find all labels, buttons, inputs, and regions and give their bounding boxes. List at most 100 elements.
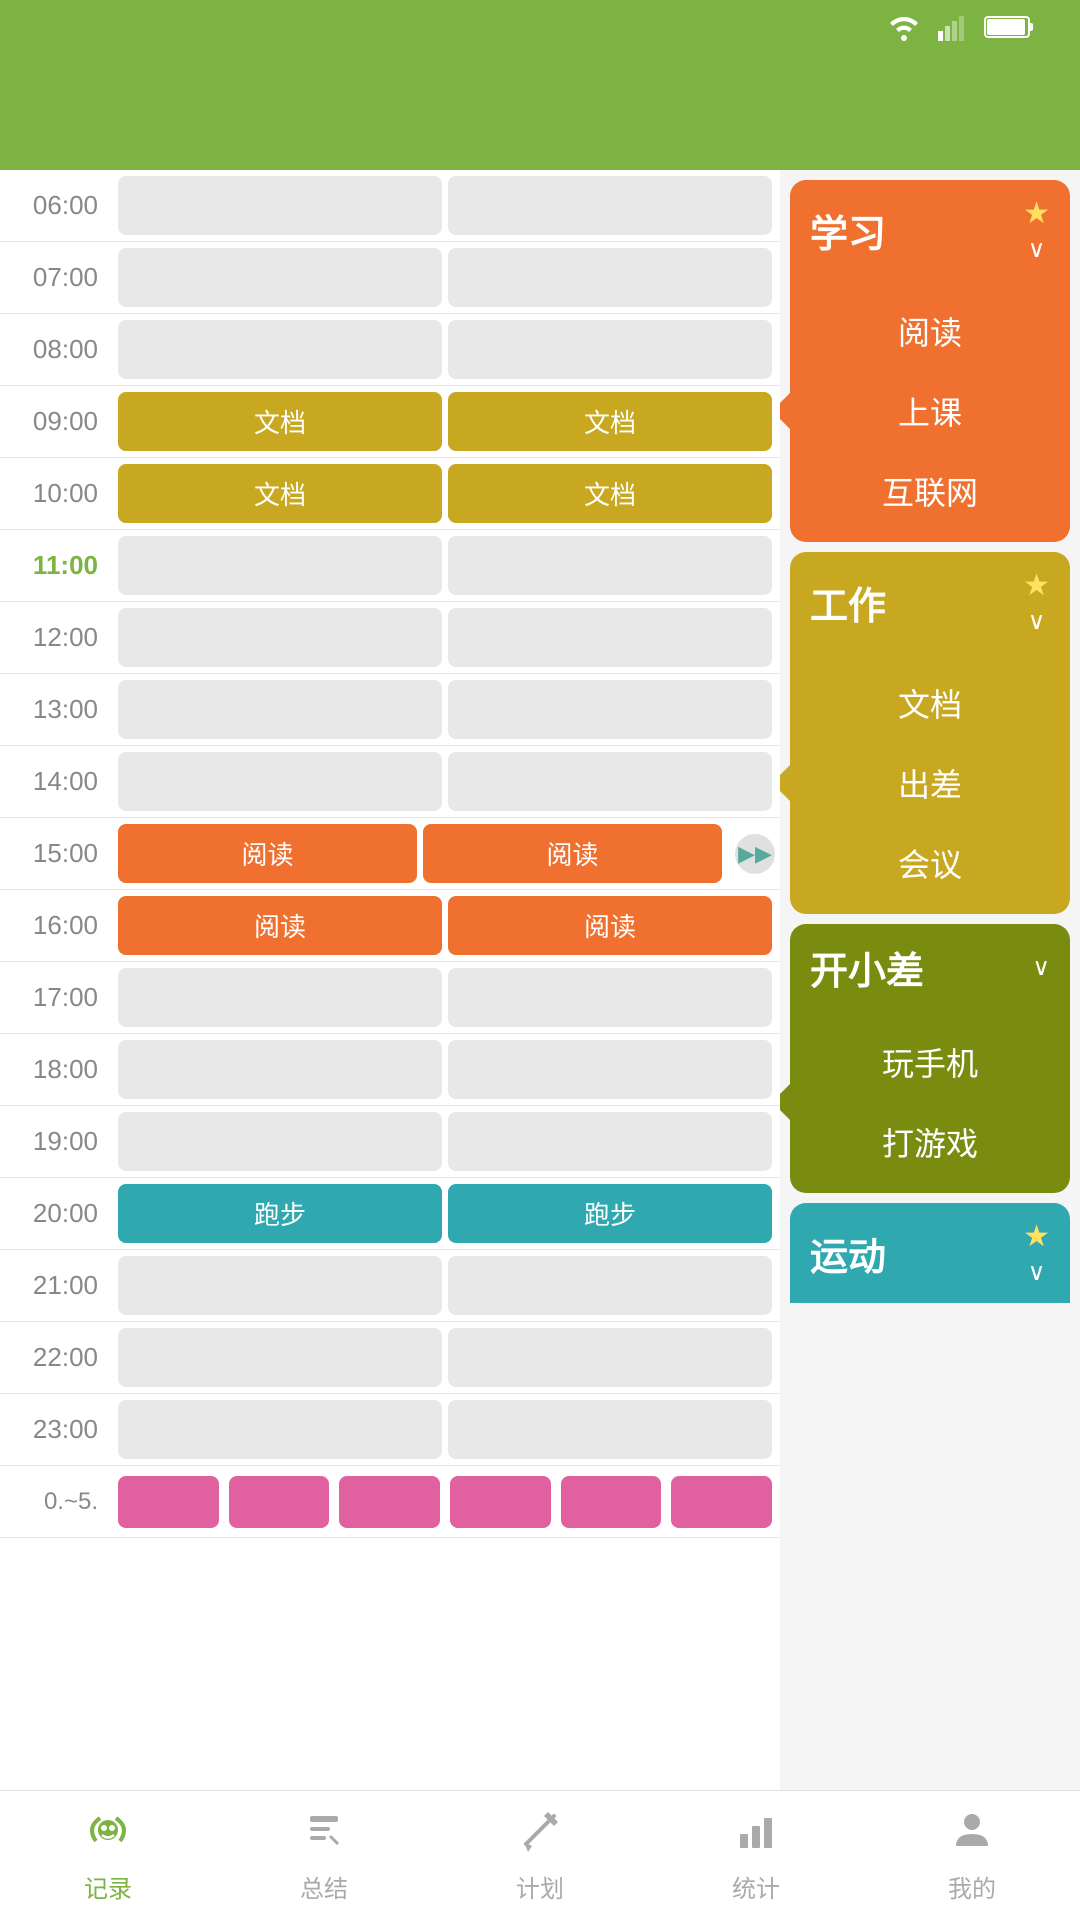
category-item[interactable]: 阅读 [798, 292, 1062, 370]
chevron-down-icon: ∨ [1032, 953, 1050, 982]
category-header-slack[interactable]: 开小差∨ [790, 924, 1070, 1011]
time-slot-col1[interactable]: 文档 [118, 464, 442, 523]
category-header-sport[interactable]: 运动★∨ [790, 1203, 1070, 1303]
time-slot-col2[interactable] [448, 320, 772, 379]
chevron-down-icon: ∨ [1028, 1258, 1046, 1287]
time-label: 16:00 [0, 890, 110, 961]
time-row: 07:00 [0, 242, 780, 314]
nav-item-plan[interactable]: 计划 [432, 1808, 648, 1904]
time-label: 06:00 [0, 170, 110, 241]
time-slot-col1[interactable] [118, 320, 442, 379]
category-card-study: 学习★∨ 阅读上课互联网 [790, 180, 1070, 542]
wifi-icon [886, 13, 922, 48]
time-slot-col2[interactable]: 文档 [448, 392, 772, 451]
time-slot-col2[interactable] [448, 1256, 772, 1315]
time-label: 09:00 [0, 386, 110, 457]
category-item[interactable]: 上课 [798, 372, 1062, 450]
time-slots: 阅读阅读 [110, 890, 780, 961]
time-slot-col2[interactable] [448, 680, 772, 739]
time-slot-col1[interactable] [118, 536, 442, 595]
dot-block[interactable] [118, 1476, 219, 1528]
dot-block[interactable] [450, 1476, 551, 1528]
time-slot-col1[interactable]: 文档 [118, 392, 442, 451]
nav-item-record[interactable]: 记录 [0, 1808, 216, 1904]
category-item[interactable]: 会议 [798, 824, 1062, 902]
category-item[interactable]: 玩手机 [798, 1023, 1062, 1101]
dot-block[interactable] [229, 1476, 330, 1528]
time-slot-col1[interactable]: 阅读 [118, 824, 417, 883]
time-slot-col1[interactable] [118, 1112, 442, 1171]
star-icon: ★ [1023, 1219, 1050, 1254]
category-card-slack: 开小差∨ 玩手机打游戏 [790, 924, 1070, 1193]
nav-label-plan: 计划 [516, 1869, 564, 1904]
time-slot-col1[interactable] [118, 1400, 442, 1459]
time-slot-col2[interactable] [448, 1400, 772, 1459]
time-slot-col2[interactable] [448, 1328, 772, 1387]
category-title: 工作 [810, 575, 886, 630]
category-header-work[interactable]: 工作★∨ [790, 552, 1070, 652]
star-icon: ★ [1023, 196, 1050, 231]
category-item[interactable]: 互联网 [798, 452, 1062, 530]
nav-label-record: 记录 [84, 1869, 132, 1904]
time-slots [110, 1394, 780, 1465]
nav-label-mine: 我的 [948, 1869, 996, 1904]
time-slot-col2[interactable] [448, 1040, 772, 1099]
time-slots [110, 530, 780, 601]
time-slot-col2[interactable] [448, 752, 772, 811]
time-slot-col1[interactable] [118, 1040, 442, 1099]
time-slot-col2[interactable] [448, 248, 772, 307]
category-item[interactable]: 打游戏 [798, 1103, 1062, 1181]
time-slot-col1[interactable]: 阅读 [118, 896, 442, 955]
nav-item-mine[interactable]: 我的 [864, 1808, 1080, 1904]
nav-icon-record [86, 1808, 130, 1863]
time-slots: 文档文档 [110, 386, 780, 457]
time-slot-col2[interactable]: 阅读 [448, 896, 772, 955]
time-label: 20:00 [0, 1178, 110, 1249]
header [0, 60, 1080, 170]
time-slot-col2[interactable] [448, 968, 772, 1027]
time-slot-col1[interactable] [118, 968, 442, 1027]
time-slot-col2[interactable] [448, 608, 772, 667]
nav-item-summary[interactable]: 总结 [216, 1808, 432, 1904]
time-slot-col2[interactable] [448, 1112, 772, 1171]
time-label: 08:00 [0, 314, 110, 385]
time-slot-col1[interactable] [118, 680, 442, 739]
dot-block[interactable] [339, 1476, 440, 1528]
time-slot-col2[interactable]: 跑步 [448, 1184, 772, 1243]
time-row: 23:00 [0, 1394, 780, 1466]
time-slot-col1[interactable]: 跑步 [118, 1184, 442, 1243]
category-icons: ★∨ [1023, 1219, 1050, 1287]
time-slot-col1[interactable] [118, 1328, 442, 1387]
time-slot-col1[interactable] [118, 248, 442, 307]
time-slot-col1[interactable] [118, 176, 442, 235]
time-row: 15:00阅读阅读▶▶ [0, 818, 780, 890]
time-row: 22:00 [0, 1322, 780, 1394]
category-icons: ∨ [1032, 953, 1050, 982]
time-slots [110, 242, 780, 313]
main-content: 06:0007:0008:0009:00文档文档10:00文档文档11:0012… [0, 170, 1080, 1790]
category-header-study[interactable]: 学习★∨ [790, 180, 1070, 280]
time-label: 19:00 [0, 1106, 110, 1177]
dot-block[interactable] [671, 1476, 772, 1528]
expand-button[interactable]: ▶▶ [730, 818, 780, 889]
time-slot-col2[interactable] [448, 176, 772, 235]
time-slot-col2[interactable]: 文档 [448, 464, 772, 523]
category-item[interactable]: 文档 [798, 664, 1062, 742]
time-slot-col1[interactable] [118, 608, 442, 667]
time-label: 07:00 [0, 242, 110, 313]
time-slot-col1[interactable] [118, 1256, 442, 1315]
time-slot-col2[interactable]: 阅读 [423, 824, 722, 883]
time-label: 22:00 [0, 1322, 110, 1393]
time-slot-col2[interactable] [448, 536, 772, 595]
nav-icon-summary [302, 1808, 346, 1863]
category-item[interactable]: 出差 [798, 744, 1062, 822]
nav-item-stats[interactable]: 统计 [648, 1808, 864, 1904]
time-slots [110, 1106, 780, 1177]
time-slots: 跑步跑步 [110, 1178, 780, 1249]
nav-label-stats: 统计 [732, 1869, 780, 1904]
dot-block[interactable] [561, 1476, 662, 1528]
time-slot-col1[interactable] [118, 752, 442, 811]
dots-slots [110, 1466, 780, 1538]
time-label: 13:00 [0, 674, 110, 745]
time-row: 08:00 [0, 314, 780, 386]
